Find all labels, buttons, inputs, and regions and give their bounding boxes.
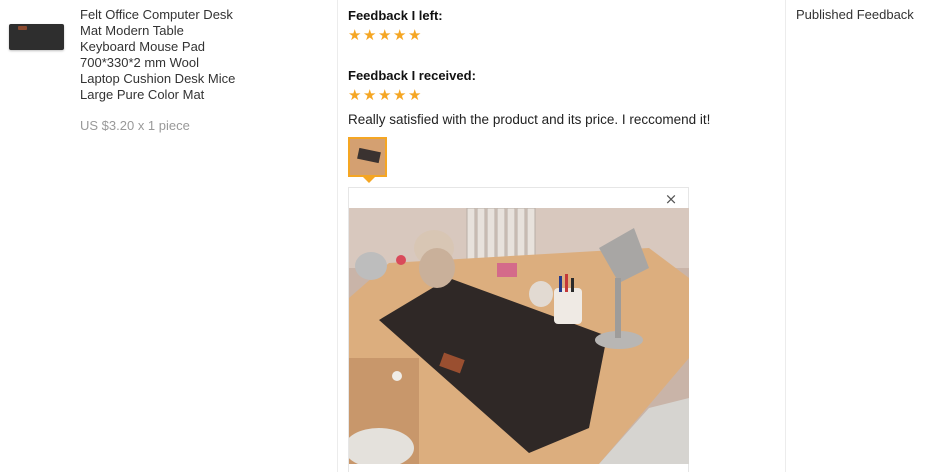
product-title-line: 700*330*2 mm Wool (80, 55, 199, 70)
thumbnail-pointer (363, 177, 375, 183)
star-icon: ★ (393, 86, 407, 104)
star-icon: ★ (393, 26, 407, 44)
star-icon: ★ (408, 26, 422, 44)
feedback-comment: Really satisfied with the product and it… (348, 112, 711, 127)
feedback-received-rating: ★ ★ ★ ★ ★ (348, 88, 422, 104)
star-icon: ★ (408, 86, 422, 104)
product-title[interactable]: Felt Office Computer Desk Mat Modern Tab… (80, 7, 260, 103)
feedback-photo-thumbnail[interactable] (348, 137, 387, 177)
product-title-line: Mat Modern Table (80, 23, 184, 38)
star-icon: ★ (348, 86, 362, 104)
star-icon: ★ (363, 86, 377, 104)
desk-photo-image (349, 208, 689, 464)
product-title-line: Felt Office Computer Desk (80, 7, 233, 22)
product-title-line: Large Pure Color Mat (80, 87, 205, 102)
close-icon[interactable]: × (664, 192, 678, 207)
order-feedback-row: Felt Office Computer Desk Mat Modern Tab… (0, 0, 935, 472)
published-feedback-status: Published Feedback (796, 7, 914, 22)
product-title-line: Keyboard Mouse Pad (80, 39, 206, 54)
star-icon: ★ (363, 26, 377, 44)
product-title-line: Laptop Cushion Desk Mice (80, 71, 236, 86)
star-icon: ★ (378, 26, 392, 44)
feedback-received-heading: Feedback I received: (348, 68, 476, 83)
feedback-left-heading: Feedback I left: (348, 8, 443, 23)
column-divider (785, 0, 786, 472)
product-thumbnail[interactable] (9, 24, 64, 50)
feedback-photo[interactable] (349, 208, 689, 464)
star-icon: ★ (378, 86, 392, 104)
star-icon: ★ (348, 26, 362, 44)
column-divider (337, 0, 338, 472)
product-price: US $3.20 x 1 piece (80, 118, 190, 133)
feedback-left-rating: ★ ★ ★ ★ ★ (348, 28, 422, 44)
